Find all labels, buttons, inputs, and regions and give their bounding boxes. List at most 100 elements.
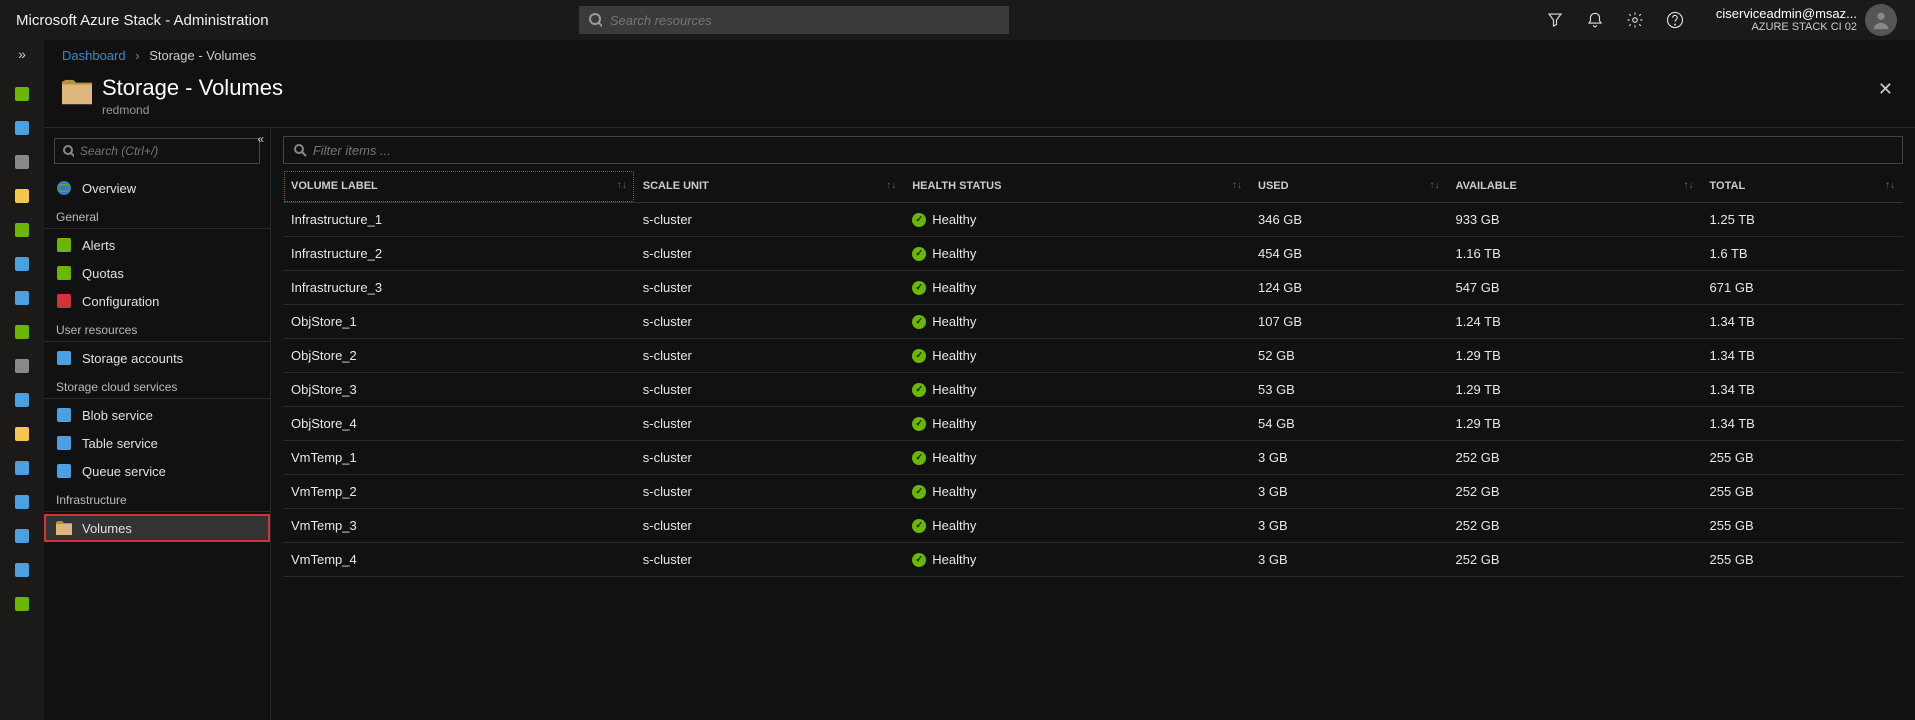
sidebar-item-overview[interactable]: Overview	[44, 174, 270, 202]
sidebar-item-alerts[interactable]: Alerts	[44, 231, 270, 259]
rail-code-icon[interactable]	[12, 390, 32, 410]
rail-box2-icon[interactable]	[12, 594, 32, 614]
table-row[interactable]: VmTemp_2s-cluster✓Healthy3 GB252 GB255 G…	[283, 475, 1903, 509]
filter-box[interactable]	[283, 136, 1903, 164]
rail-db-icon[interactable]	[12, 526, 32, 546]
cell-health: ✓Healthy	[904, 339, 1250, 373]
rail-monitor-icon[interactable]	[12, 288, 32, 308]
sidebar-item-queue-service[interactable]: Queue service	[44, 457, 270, 485]
notifications-icon[interactable]	[1586, 11, 1604, 29]
cell-available: 1.29 TB	[1447, 373, 1701, 407]
rail-grid-icon[interactable]	[12, 220, 32, 240]
collapse-menu-icon[interactable]: «	[257, 132, 264, 146]
sidebar-item-blob-service[interactable]: Blob service	[44, 401, 270, 429]
health-ok-icon: ✓	[912, 383, 926, 397]
table-row[interactable]: Infrastructure_1s-cluster✓Healthy346 GB9…	[283, 203, 1903, 237]
user-menu[interactable]: ciserviceadmin@msaz... AZURE STACK CI 02	[1716, 4, 1897, 36]
col-health-status[interactable]: HEALTH STATUS↑↓	[904, 170, 1250, 203]
table-row[interactable]: ObjStore_4s-cluster✓Healthy54 GB1.29 TB1…	[283, 407, 1903, 441]
rail-diamond-icon[interactable]	[12, 322, 32, 342]
cell-volume-label: VmTemp_1	[283, 441, 635, 475]
top-bar: Microsoft Azure Stack - Administration c…	[0, 0, 1915, 40]
expand-rail-icon[interactable]: »	[18, 46, 26, 62]
rail-star-icon[interactable]	[12, 186, 32, 206]
sidebar-item-configuration[interactable]: Configuration	[44, 287, 270, 315]
cell-used: 454 GB	[1250, 237, 1447, 271]
sidebar-item-label: Alerts	[82, 238, 115, 253]
cell-available: 1.24 TB	[1447, 305, 1701, 339]
sidebar-item-volumes[interactable]: Volumes	[44, 514, 270, 542]
table-row[interactable]: Infrastructure_3s-cluster✓Healthy124 GB5…	[283, 271, 1903, 305]
cell-available: 1.16 TB	[1447, 237, 1701, 271]
global-search-input[interactable]	[610, 13, 999, 28]
rail-dashboard-icon[interactable]	[12, 118, 32, 138]
col-available[interactable]: AVAILABLE↑↓	[1447, 170, 1701, 203]
cell-total: 1.6 TB	[1702, 237, 1903, 271]
user-name: ciserviceadmin@msaz...	[1716, 6, 1857, 22]
rail-box-icon[interactable]	[12, 356, 32, 376]
folder-icon	[56, 520, 72, 536]
rail-list-icon[interactable]	[12, 152, 32, 172]
col-scale-unit[interactable]: SCALE UNIT↑↓	[635, 170, 904, 203]
sidebar-group-label: Storage cloud services	[44, 372, 270, 399]
rail-clock-icon[interactable]	[12, 424, 32, 444]
rail-list2-icon[interactable]	[12, 458, 32, 478]
col-volume-label[interactable]: VOLUME LABEL↑↓	[283, 170, 635, 203]
cell-health: ✓Healthy	[904, 475, 1250, 509]
col-total[interactable]: TOTAL↑↓	[1702, 170, 1903, 203]
cell-used: 3 GB	[1250, 441, 1447, 475]
cell-health: ✓Healthy	[904, 441, 1250, 475]
health-ok-icon: ✓	[912, 315, 926, 329]
search-icon	[294, 144, 307, 157]
col-used[interactable]: USED↑↓	[1250, 170, 1447, 203]
table-row[interactable]: VmTemp_3s-cluster✓Healthy3 GB252 GB255 G…	[283, 509, 1903, 543]
filter-input[interactable]	[313, 143, 1892, 158]
rail-cube-icon[interactable]	[12, 254, 32, 274]
cell-used: 124 GB	[1250, 271, 1447, 305]
cell-volume-label: Infrastructure_1	[283, 203, 635, 237]
service-icon	[56, 463, 72, 479]
table-row[interactable]: ObjStore_1s-cluster✓Healthy107 GB1.24 TB…	[283, 305, 1903, 339]
cell-used: 107 GB	[1250, 305, 1447, 339]
table-row[interactable]: ObjStore_3s-cluster✓Healthy53 GB1.29 TB1…	[283, 373, 1903, 407]
sort-icon: ↑↓	[1429, 180, 1439, 191]
sidebar-item-table-service[interactable]: Table service	[44, 429, 270, 457]
rail-time-icon[interactable]	[12, 560, 32, 580]
table-row[interactable]: ObjStore_2s-cluster✓Healthy52 GB1.29 TB1…	[283, 339, 1903, 373]
sidebar-item-storage-accounts[interactable]: Storage accounts	[44, 344, 270, 372]
health-ok-icon: ✓	[912, 213, 926, 227]
help-icon[interactable]	[1666, 11, 1684, 29]
cell-scale-unit: s-cluster	[635, 407, 904, 441]
cell-available: 933 GB	[1447, 203, 1701, 237]
table-row[interactable]: Infrastructure_2s-cluster✓Healthy454 GB1…	[283, 237, 1903, 271]
sidebar-item-label: Table service	[82, 436, 158, 451]
filter-icon[interactable]	[1546, 11, 1564, 29]
breadcrumb-root[interactable]: Dashboard	[62, 48, 126, 63]
cell-available: 252 GB	[1447, 543, 1701, 577]
health-ok-icon: ✓	[912, 417, 926, 431]
alert-icon	[56, 237, 72, 253]
cell-volume-label: ObjStore_4	[283, 407, 635, 441]
cell-volume-label: ObjStore_3	[283, 373, 635, 407]
table-row[interactable]: VmTemp_4s-cluster✓Healthy3 GB252 GB255 G…	[283, 543, 1903, 577]
settings-icon[interactable]	[1626, 11, 1644, 29]
health-ok-icon: ✓	[912, 485, 926, 499]
sort-icon: ↑↓	[617, 180, 627, 191]
tenant-name: AZURE STACK CI 02	[1716, 21, 1857, 34]
sidebar-item-quotas[interactable]: Quotas	[44, 259, 270, 287]
close-blade-button[interactable]: ✕	[1874, 75, 1897, 104]
cell-scale-unit: s-cluster	[635, 203, 904, 237]
global-search[interactable]	[579, 6, 1009, 34]
table-row[interactable]: VmTemp_1s-cluster✓Healthy3 GB252 GB255 G…	[283, 441, 1903, 475]
cell-used: 346 GB	[1250, 203, 1447, 237]
menu-search[interactable]	[54, 138, 260, 164]
cell-used: 54 GB	[1250, 407, 1447, 441]
blade-header: Storage - Volumes redmond ✕	[44, 71, 1915, 127]
rail-plus-icon[interactable]	[12, 84, 32, 104]
folder-icon	[62, 79, 92, 105]
sort-icon: ↑↓	[1684, 180, 1694, 191]
rail-tag-icon[interactable]	[12, 492, 32, 512]
cell-total: 1.34 TB	[1702, 339, 1903, 373]
menu-search-input[interactable]	[80, 144, 251, 158]
cell-health: ✓Healthy	[904, 509, 1250, 543]
